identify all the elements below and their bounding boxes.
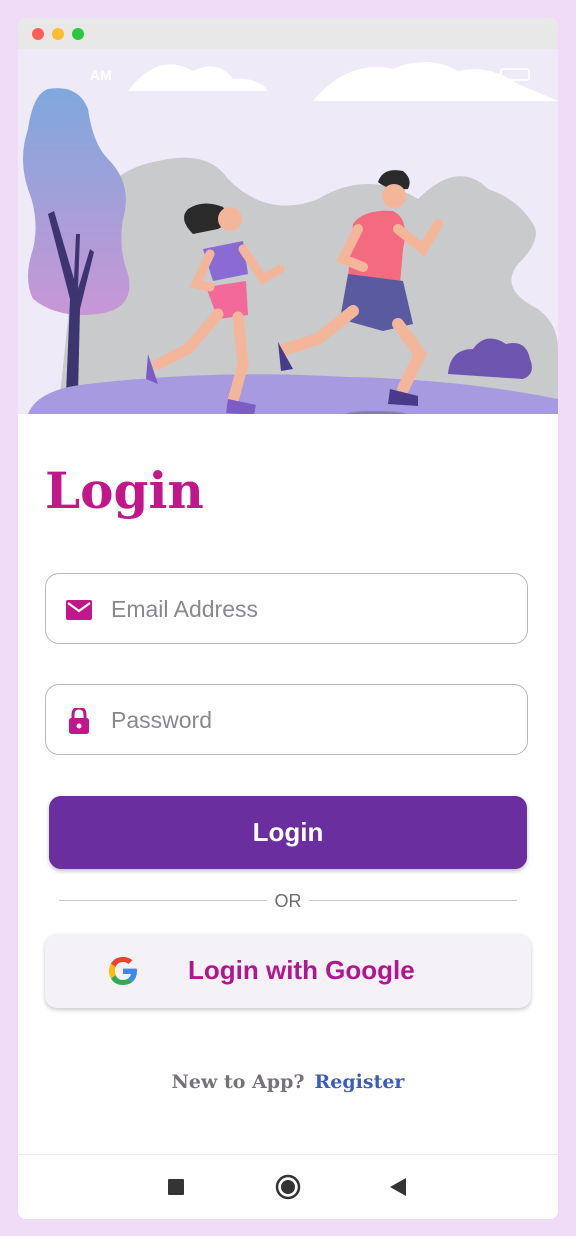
google-icon <box>109 957 137 985</box>
square-icon[interactable] <box>162 1173 190 1201</box>
system-navigation-bar <box>18 1154 558 1219</box>
page-title: Login <box>45 461 204 520</box>
close-window-button[interactable] <box>32 28 44 40</box>
divider-left <box>59 900 267 901</box>
email-field[interactable]: Email Address <box>45 573 528 644</box>
new-user-text: New to App? <box>171 1071 305 1093</box>
hero-illustration: AM <box>18 49 558 414</box>
email-placeholder: Email Address <box>111 596 259 622</box>
status-bar-time: AM <box>90 67 112 83</box>
or-separator: OR <box>274 891 302 911</box>
battery-icon <box>500 68 530 81</box>
circle-icon[interactable] <box>274 1173 302 1201</box>
register-link[interactable]: Register <box>314 1071 404 1093</box>
divider-right <box>309 900 517 901</box>
password-field[interactable]: Password <box>45 684 528 755</box>
login-button[interactable]: Login <box>49 796 527 869</box>
google-login-label: Login with Google <box>188 955 415 985</box>
register-row: New to App? Register <box>18 1071 558 1093</box>
lock-icon <box>69 708 89 734</box>
mail-icon <box>66 600 92 620</box>
minimize-window-button[interactable] <box>52 28 64 40</box>
window-titlebar <box>18 18 558 49</box>
triangle-back-icon[interactable] <box>384 1173 412 1201</box>
maximize-window-button[interactable] <box>72 28 84 40</box>
google-login-button[interactable]: Login with Google <box>45 934 531 1008</box>
password-placeholder: Password <box>111 707 212 733</box>
app-window: AM Login Email Address Password Login OR… <box>18 18 558 1219</box>
